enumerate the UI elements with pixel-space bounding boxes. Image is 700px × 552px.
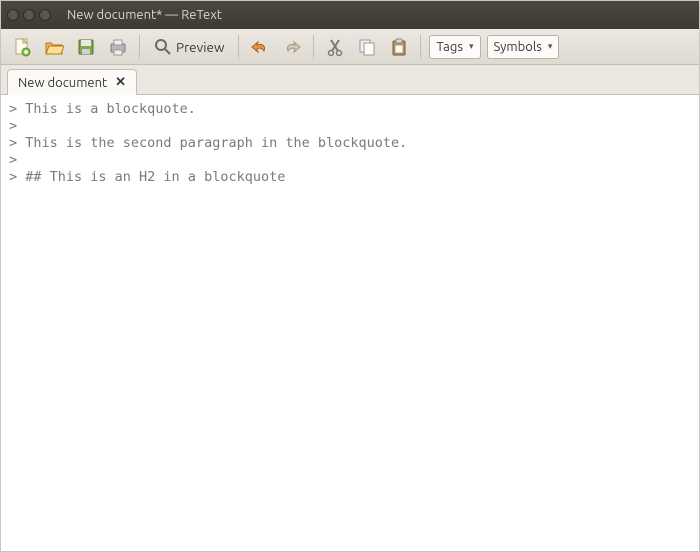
maximize-window-button[interactable]	[39, 9, 51, 21]
print-icon	[108, 37, 128, 57]
paste-button[interactable]	[386, 34, 412, 60]
tab-label: New document	[18, 76, 107, 90]
redo-button[interactable]	[279, 34, 305, 60]
tabbar: New document ✕	[1, 65, 699, 95]
preview-label: Preview	[176, 39, 224, 55]
close-tab-button[interactable]: ✕	[115, 75, 126, 90]
open-file-button[interactable]	[41, 34, 67, 60]
new-file-button[interactable]	[9, 34, 35, 60]
editor-line: >	[9, 118, 691, 135]
copy-icon	[357, 37, 377, 57]
redo-icon	[282, 37, 302, 57]
chevron-down-icon: ▾	[548, 41, 553, 52]
editor-line: > ## This is an H2 in a blockquote	[9, 169, 691, 186]
editor-area[interactable]: > This is a blockquote.>> This is the se…	[1, 95, 699, 551]
cut-icon	[325, 37, 345, 57]
copy-button[interactable]	[354, 34, 380, 60]
close-window-button[interactable]	[7, 9, 19, 21]
undo-icon	[250, 37, 270, 57]
magnifier-icon	[154, 38, 172, 56]
new-file-icon	[12, 37, 32, 57]
save-icon	[76, 37, 96, 57]
paste-icon	[389, 37, 409, 57]
window-controls	[7, 9, 51, 21]
undo-button[interactable]	[247, 34, 273, 60]
symbols-dropdown[interactable]: Symbols ▾	[487, 35, 560, 59]
window-title: New document* — ReText	[67, 8, 222, 22]
toolbar-separator	[313, 35, 314, 59]
toolbar-separator	[420, 35, 421, 59]
minimize-window-button[interactable]	[23, 9, 35, 21]
save-file-button[interactable]	[73, 34, 99, 60]
editor-line: > This is the second paragraph in the bl…	[9, 135, 691, 152]
toolbar-separator	[238, 35, 239, 59]
tags-dropdown[interactable]: Tags ▾	[429, 35, 480, 59]
preview-button[interactable]: Preview	[148, 34, 230, 60]
editor-line: >	[9, 152, 691, 169]
toolbar: Preview Tags ▾ Symbols ▾	[1, 29, 699, 65]
chevron-down-icon: ▾	[469, 41, 474, 52]
app-window: New document* — ReText Preview	[0, 0, 700, 552]
titlebar: New document* — ReText	[1, 1, 699, 29]
tab-document[interactable]: New document ✕	[7, 69, 137, 95]
editor-line: > This is a blockquote.	[9, 101, 691, 118]
symbols-dropdown-label: Symbols	[494, 40, 542, 54]
tags-dropdown-label: Tags	[436, 40, 463, 54]
cut-button[interactable]	[322, 34, 348, 60]
toolbar-separator	[139, 35, 140, 59]
print-button[interactable]	[105, 34, 131, 60]
open-folder-icon	[44, 37, 64, 57]
